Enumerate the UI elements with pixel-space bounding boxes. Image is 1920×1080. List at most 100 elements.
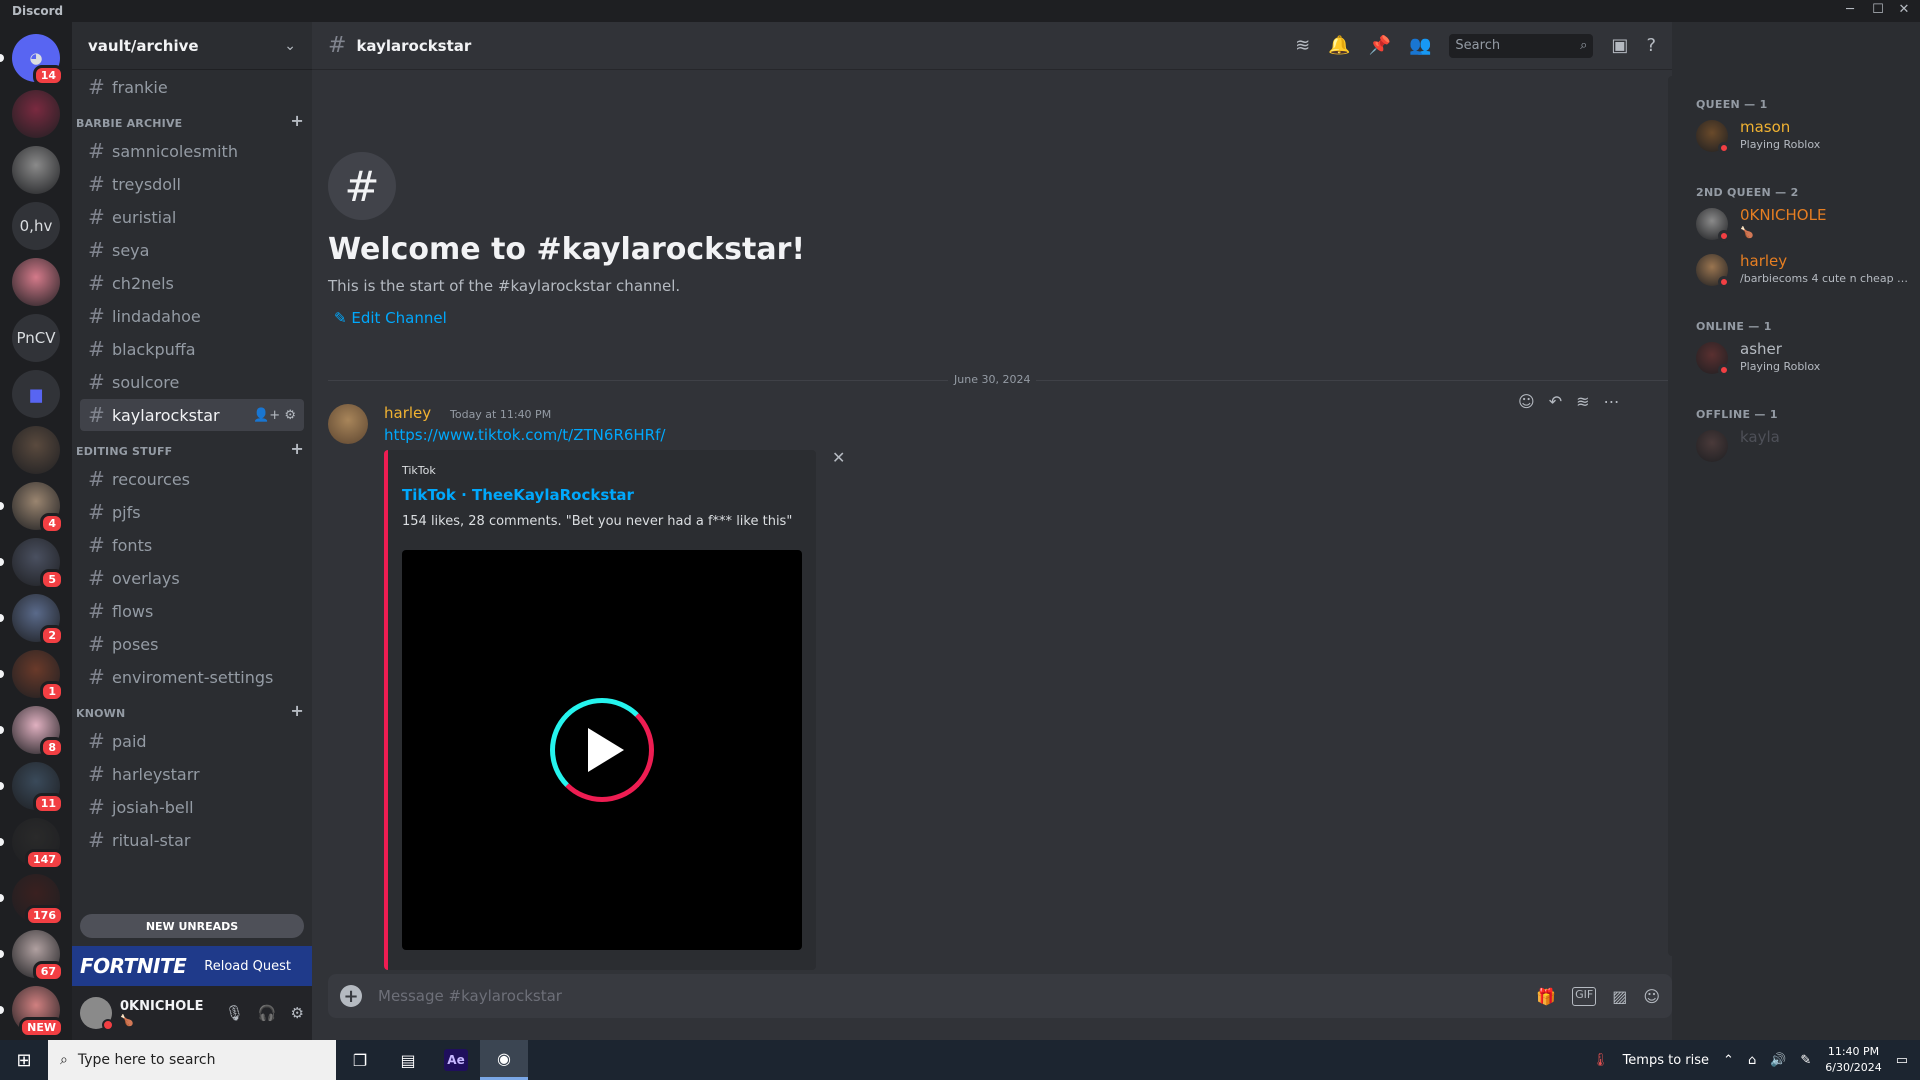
avatar[interactable]	[328, 404, 368, 444]
channel-item[interactable]: # soulcore	[80, 366, 304, 398]
channel-item[interactable]: # overlays	[80, 562, 304, 594]
sticker-icon[interactable]: ▨	[1612, 987, 1627, 1006]
video-player[interactable]	[402, 550, 802, 950]
server-icon[interactable]: 5	[12, 538, 64, 590]
channel-item[interactable]: # treysdoll	[80, 168, 304, 200]
member-item[interactable]: asher Playing Roblox	[1696, 338, 1912, 378]
message-author[interactable]: harley	[384, 404, 431, 422]
server-icon[interactable]	[12, 90, 60, 138]
gear-icon[interactable]: ⚙	[291, 1004, 304, 1022]
minimize-button[interactable]: ─	[1836, 2, 1864, 17]
server-icon[interactable]	[12, 146, 60, 194]
discord-taskbar-icon[interactable]: ◉	[480, 1040, 528, 1080]
reply-icon[interactable]: ↶	[1549, 392, 1562, 411]
add-channel-icon[interactable]: +	[290, 701, 304, 720]
close-icon[interactable]: ✕	[832, 448, 845, 467]
channel-category[interactable]: EDITING STUFF +	[72, 432, 312, 462]
headphones-icon[interactable]: 🎧	[258, 1004, 277, 1022]
embed-title[interactable]: TikTok · TheeKaylaRockstar	[402, 486, 634, 504]
pin-icon[interactable]: 📌	[1369, 35, 1391, 56]
quest-banner[interactable]: FORTNITE Reload Quest	[72, 946, 312, 986]
channel-item[interactable]: # ch2nels	[80, 267, 304, 299]
server-icon[interactable]: ◕ 14	[12, 34, 64, 86]
server-icon[interactable]	[12, 426, 60, 474]
thread-icon[interactable]: ≋	[1576, 392, 1589, 411]
channel-item[interactable]: # blackpuffa	[80, 333, 304, 365]
server-header[interactable]: vault/archive ⌄	[72, 22, 312, 70]
channel-category[interactable]: KNOWN +	[72, 694, 312, 724]
channel-category[interactable]: BARBIE ARCHIVE +	[72, 104, 312, 134]
server-icon[interactable]	[12, 258, 60, 306]
edit-channel-link[interactable]: ✎ Edit Channel	[334, 309, 805, 327]
server-icon[interactable]: 176	[12, 874, 64, 926]
channel-item[interactable]: # flows	[80, 595, 304, 627]
member-item[interactable]: 0KNICHOLE 🍗	[1696, 204, 1912, 244]
channel-item[interactable]: # samnicolesmith	[80, 135, 304, 167]
member-item[interactable]: kayla	[1696, 426, 1912, 466]
inbox-icon[interactable]: ▣	[1611, 35, 1628, 56]
members-icon[interactable]: 👥	[1409, 35, 1431, 56]
channel-item[interactable]: # euristial	[80, 201, 304, 233]
add-reaction-icon[interactable]: ☺	[1518, 392, 1535, 411]
server-icon[interactable]: 4	[12, 482, 64, 534]
member-item[interactable]: harley/barbiecoms 4 cute n cheap e...	[1696, 250, 1912, 290]
notification-icon[interactable]: ▭	[1896, 1053, 1908, 1068]
gif-icon[interactable]: GIF	[1572, 986, 1597, 1006]
server-icon[interactable]: NEW	[12, 986, 64, 1038]
channel-item[interactable]: # harleystarr	[80, 758, 304, 790]
channel-item[interactable]: # enviroment-settings	[80, 661, 304, 693]
channel-item[interactable]: # kaylarockstar 👤+ ⚙	[80, 399, 304, 431]
search-input[interactable]: Search ⌕	[1449, 33, 1594, 58]
weather-text[interactable]: Temps to rise	[1623, 1053, 1709, 1068]
volume-icon[interactable]: 🔊	[1770, 1053, 1786, 1068]
task-view-icon[interactable]: ❐	[336, 1040, 384, 1080]
channel-item[interactable]: # seya	[80, 234, 304, 266]
server-icon[interactable]: 147	[12, 818, 64, 870]
close-window-button[interactable]: ✕	[1890, 2, 1918, 17]
more-icon[interactable]: ⋯	[1604, 392, 1620, 411]
notepad-icon[interactable]: ▤	[384, 1040, 432, 1080]
server-icon[interactable]: PnCV	[12, 314, 60, 362]
play-icon[interactable]	[550, 698, 654, 802]
server-icon[interactable]: 67	[12, 930, 64, 982]
channel-item[interactable]: # fonts	[80, 529, 304, 561]
message-composer[interactable]: + Message #kaylarockstar 🎁 GIF ▨ ☺	[328, 974, 1672, 1018]
gift-icon[interactable]: 🎁	[1536, 987, 1556, 1006]
channel-item[interactable]: # paid	[80, 725, 304, 757]
emoji-icon[interactable]: ☺	[1643, 987, 1660, 1006]
microphone-icon[interactable]: 🎙	[225, 1004, 244, 1022]
chevron-up-icon[interactable]: ⌃	[1723, 1053, 1734, 1068]
channel-item[interactable]: # frankie	[80, 71, 304, 103]
server-icon[interactable]: 0,hv	[12, 202, 60, 250]
bell-icon[interactable]: 🔔	[1328, 35, 1350, 56]
windows-start-icon[interactable]: ⊞	[0, 1040, 48, 1080]
server-icon[interactable]: 8	[12, 706, 64, 758]
channel-item[interactable]: # lindadahoe	[80, 300, 304, 332]
message-input[interactable]: Message #kaylarockstar	[378, 987, 562, 1005]
server-icon[interactable]: 2	[12, 594, 64, 646]
channel-item[interactable]: # ritual-star	[80, 824, 304, 856]
help-icon[interactable]: ?	[1646, 35, 1656, 56]
server-icon[interactable]: 1	[12, 650, 64, 702]
server-icon[interactable]: 11	[12, 762, 64, 814]
taskbar-search-input[interactable]: ⌕ Type here to search	[48, 1040, 336, 1080]
server-icon[interactable]: ▆	[12, 370, 60, 418]
channel-settings-icon[interactable]: 👤+ ⚙	[253, 408, 296, 423]
new-unreads-pill[interactable]: NEW UNREADS	[80, 914, 304, 938]
after-effects-icon[interactable]: Ae	[432, 1040, 480, 1080]
add-channel-icon[interactable]: +	[290, 111, 304, 130]
add-channel-icon[interactable]: +	[290, 439, 304, 458]
channel-item[interactable]: # pjfs	[80, 496, 304, 528]
maximize-button[interactable]: ☐	[1864, 2, 1892, 17]
pen-icon[interactable]: ✎	[1800, 1053, 1811, 1068]
network-icon[interactable]: ⌂	[1748, 1053, 1756, 1068]
avatar[interactable]	[80, 997, 114, 1031]
channel-item[interactable]: # poses	[80, 628, 304, 660]
clock[interactable]: 11:40 PM 6/30/2024	[1825, 1044, 1881, 1076]
channel-item[interactable]: # recources	[80, 463, 304, 495]
member-item[interactable]: mason Playing Roblox	[1696, 116, 1912, 156]
message-link[interactable]: https://www.tiktok.com/t/ZTN6R6HRf/	[384, 426, 665, 444]
channel-item[interactable]: # josiah-bell	[80, 791, 304, 823]
add-attachment-icon[interactable]: +	[340, 985, 362, 1007]
threads-icon[interactable]: ≋	[1295, 35, 1310, 56]
